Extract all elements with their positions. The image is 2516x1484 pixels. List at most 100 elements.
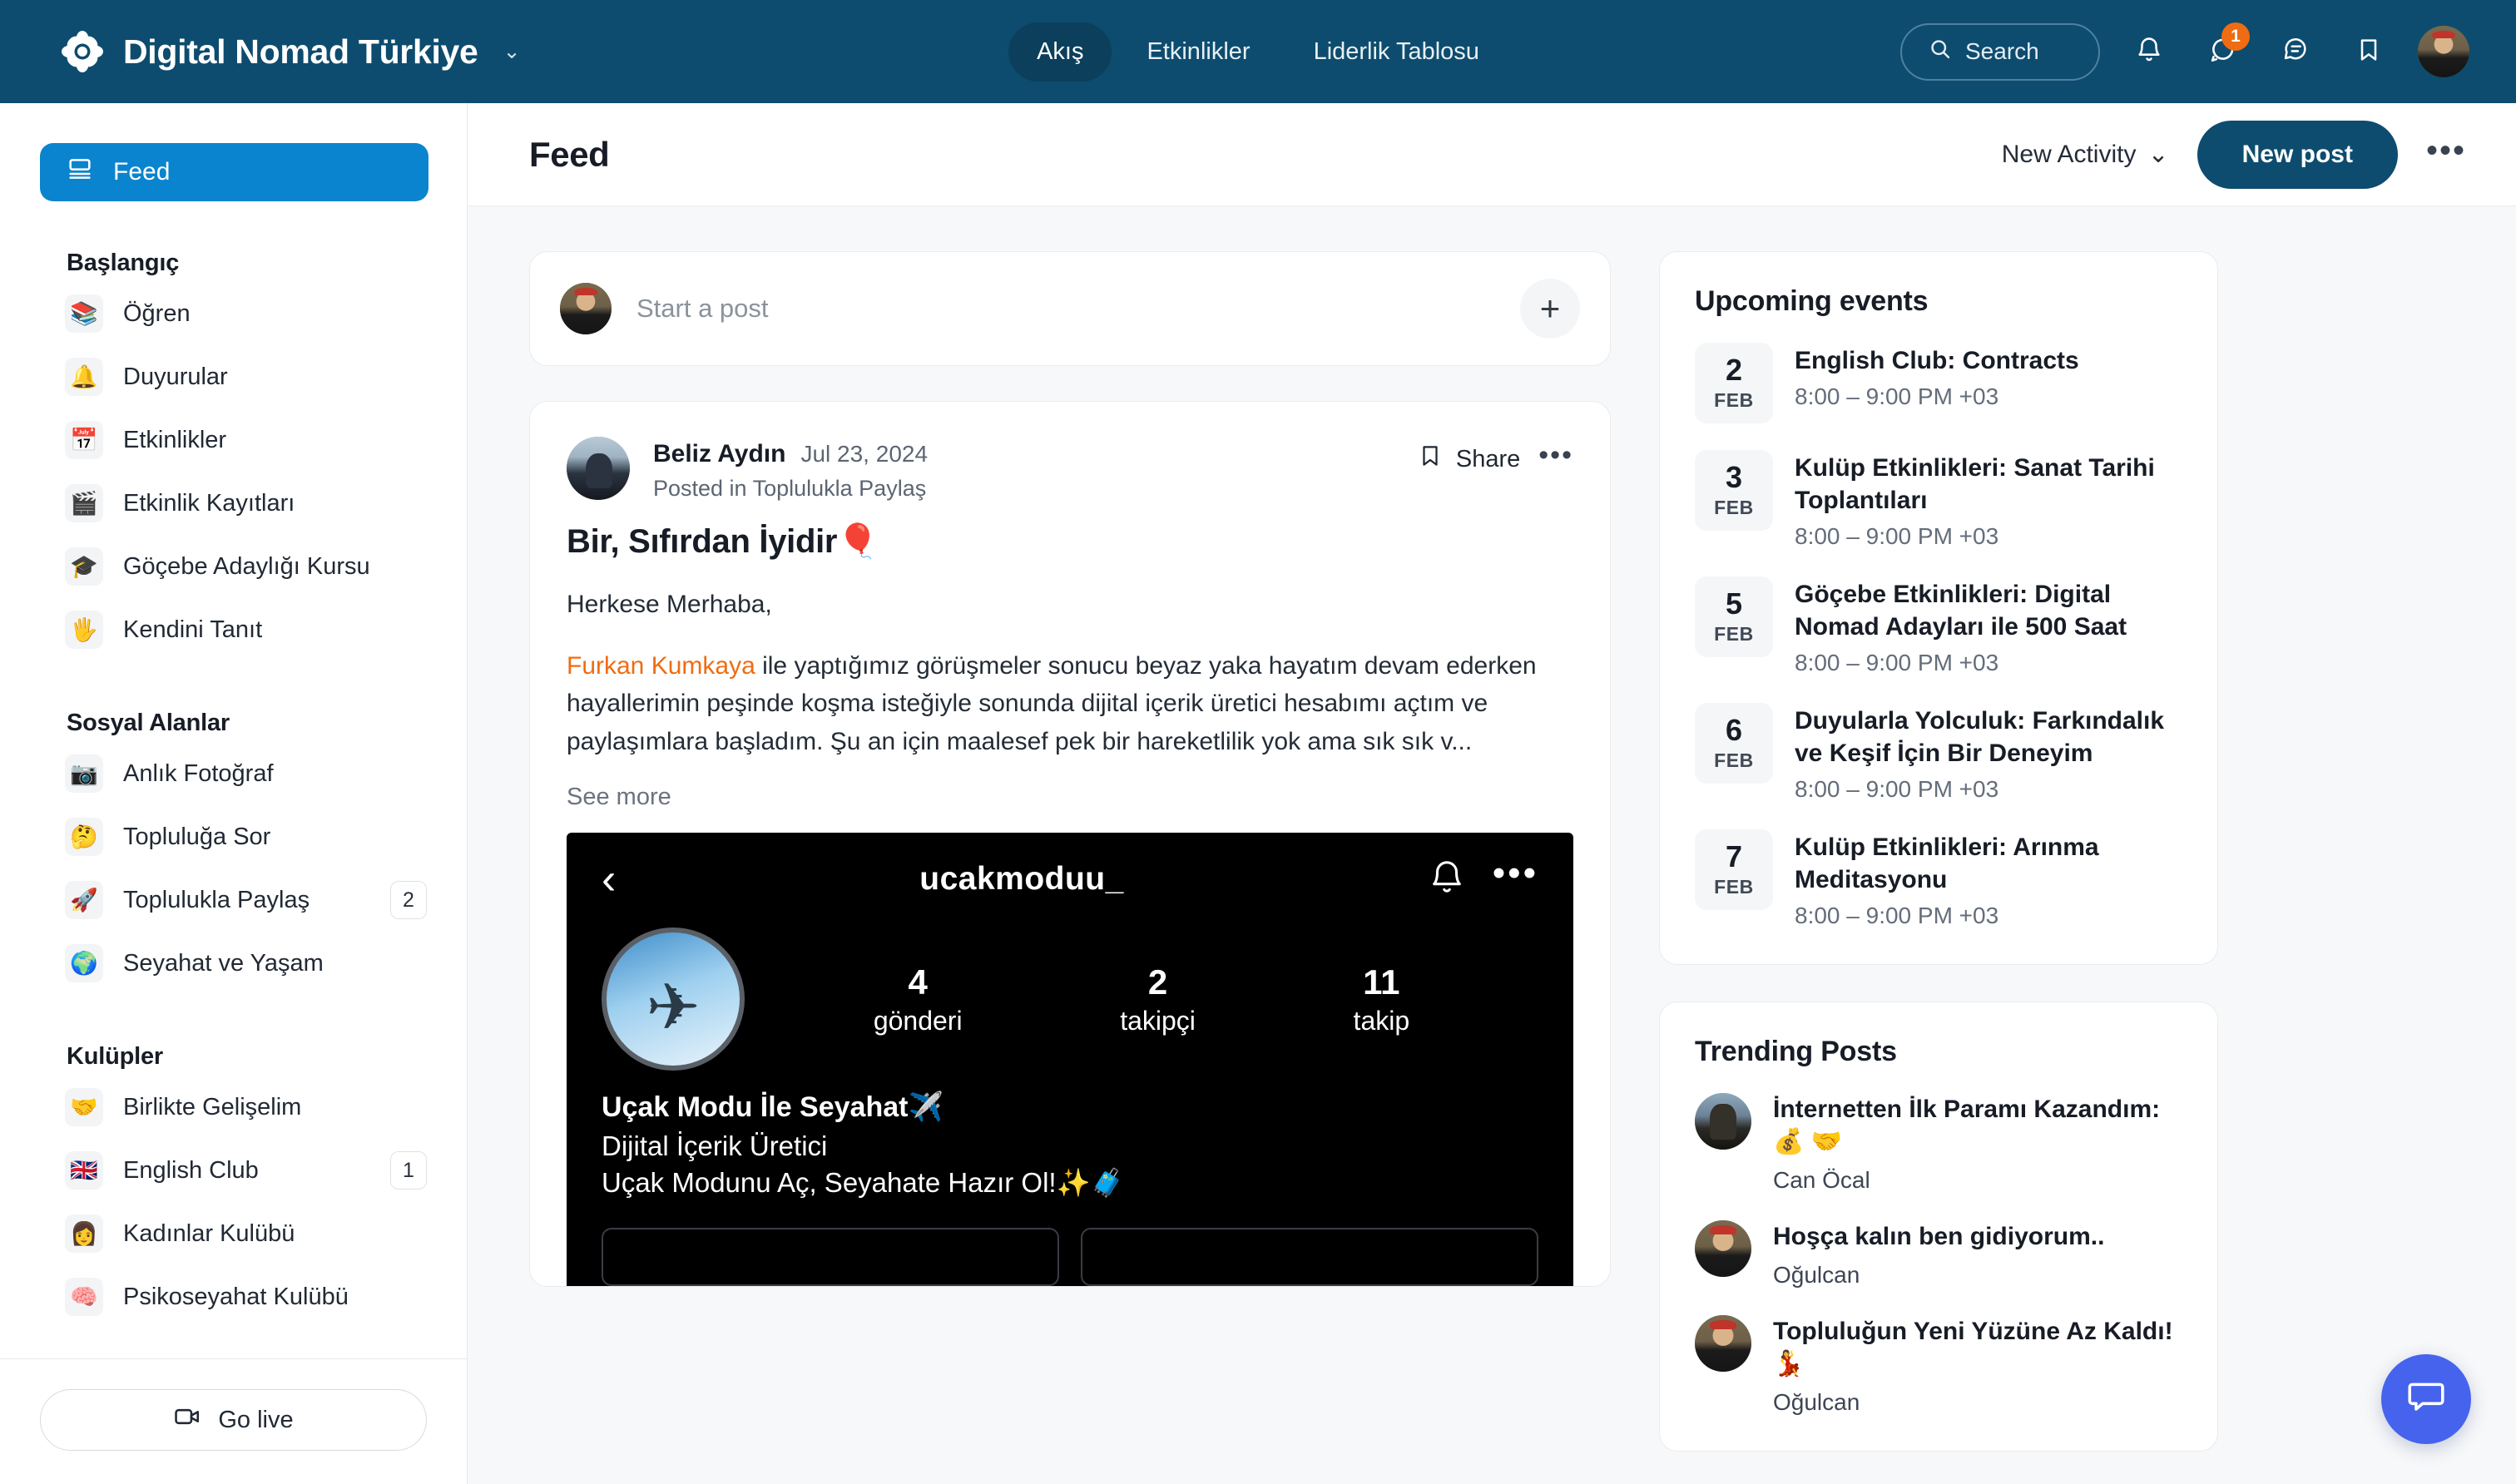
nav-tab-akis[interactable]: Akış: [1008, 22, 1112, 82]
embed-topbar: ‹ ucakmoduu_ •••: [567, 833, 1573, 901]
sidebar-item-english-club[interactable]: 🇬🇧 English Club 1: [0, 1139, 467, 1202]
messages-button[interactable]: 1: [2198, 22, 2250, 76]
sidebar-item-ogren[interactable]: 📚 Öğren: [0, 282, 467, 345]
event-name: Duyularla Yolculuk: Farkındalık ve Keşif…: [1795, 706, 2165, 767]
event-list-item[interactable]: 7 FEB Kulüp Etkinlikleri: Arınma Meditas…: [1695, 829, 2182, 929]
woman-icon: 👩: [65, 1214, 103, 1253]
embed-overflow-icon: •••: [1492, 853, 1538, 894]
notification-badge: 1: [2221, 22, 2250, 51]
sidebar-item-kendini-tanit[interactable]: 🖐 Kendini Tanıt: [0, 598, 467, 661]
nav-tab-liderlik-tablosu[interactable]: Liderlik Tablosu: [1285, 22, 1508, 82]
sidebar-item-label: Seyahat ve Yaşam: [123, 949, 324, 977]
sidebar-section-heading: Başlangıç: [67, 250, 180, 276]
embed-stat-followers: 2 takipçi: [1120, 962, 1196, 1036]
sidebar-item-topluluga-sor[interactable]: 🤔 Topluluğa Sor: [0, 805, 467, 868]
embed-stat-label: gönderi: [873, 1005, 963, 1036]
post-meta: Beliz Aydın Jul 23, 2024 Posted in Toplu…: [653, 437, 928, 502]
sidebar-item-feed[interactable]: Feed: [40, 143, 428, 201]
embed-stat-value: 2: [1147, 962, 1168, 1002]
trending-posts-card: Trending Posts İnternetten İlk Paramı Ka…: [1659, 1001, 2218, 1452]
sidebar-item-psikoseyahat-kulubu[interactable]: 🧠 Psikoseyahat Kulübü: [0, 1265, 467, 1328]
chat-support-button[interactable]: [2381, 1354, 2471, 1444]
primary-nav: Akış Etkinlikler Liderlik Tablosu: [1008, 22, 1508, 82]
search-button[interactable]: Search: [1900, 22, 2100, 81]
event-time: 8:00 – 9:00 PM +03: [1795, 522, 1999, 549]
share-button[interactable]: Share: [1418, 443, 1520, 475]
trending-post-item[interactable]: Hoşça kalın ben gidiyorum.. Oğulcan: [1695, 1219, 2182, 1289]
embed-stat-posts: 4 gönderi: [874, 962, 963, 1036]
sidebar-item-label: Topluluğa Sor: [123, 823, 271, 850]
search-icon: [1929, 37, 1952, 67]
raised-hand-icon: 🖐: [65, 611, 103, 649]
event-list-item[interactable]: 5 FEB Göçebe Etkinlikleri: Digital Nomad…: [1695, 576, 2182, 676]
sidebar-section-heading: Sosyal Alanlar: [67, 710, 230, 736]
embed-follow-button[interactable]: [602, 1228, 1059, 1287]
sidebar-item-gocebe-adayligi-kursu[interactable]: 🎓 Göçebe Adaylığı Kursu: [0, 535, 467, 598]
start-a-post-input[interactable]: Start a post: [636, 294, 1495, 324]
event-time: 8:00 – 9:00 PM +03: [1795, 775, 1999, 802]
sidebar-item-etkinlik-kayitlari[interactable]: 🎬 Etkinlik Kayıtları: [0, 472, 467, 535]
page-actions: New Activity ⌄ New post •••: [2002, 120, 2466, 189]
sidebar-item-duyurular[interactable]: 🔔 Duyurular: [0, 345, 467, 408]
post-posted-in: Posted in Toplulukla Paylaş: [653, 476, 927, 501]
bookmarks-button[interactable]: [2345, 27, 2393, 76]
event-info: Kulüp Etkinlikleri: Sanat Tarihi Toplant…: [1795, 450, 2182, 550]
trending-post-item[interactable]: İnternetten İlk Paramı Kazandım: 💰 🤝 Can…: [1695, 1092, 2182, 1194]
go-live-button[interactable]: Go live: [40, 1389, 427, 1451]
post-body: Bir, Sıfırdan İyidir🎈 Herkese Merhaba, F…: [530, 502, 1610, 811]
event-name: Kulüp Etkinlikleri: Sanat Tarihi Toplant…: [1795, 453, 2155, 514]
post-embedded-image[interactable]: ‹ ucakmoduu_ ••• ✈ 4 gönderi 2 takipçi 1…: [567, 833, 1573, 1287]
new-post-button[interactable]: New post: [2197, 120, 2398, 189]
page-overflow-button[interactable]: •••: [2426, 134, 2466, 169]
post-composer[interactable]: Start a post +: [529, 251, 1611, 366]
brand[interactable]: Digital Nomad Türkiye ⌄: [28, 29, 521, 74]
uk-flag-icon: 🇬🇧: [65, 1151, 103, 1190]
feed-column: Start a post + Beliz Aydın Jul 23, 2024: [529, 251, 1611, 1484]
app-logo-icon: [60, 29, 105, 74]
chevron-down-icon[interactable]: ⌄: [503, 41, 521, 62]
embed-profile-picture: ✈: [602, 928, 745, 1071]
sidebar-item-anlik-fotograf[interactable]: 📷 Anlık Fotoğraf: [0, 742, 467, 805]
sidebar-item-label: Birlikte Gelişelim: [123, 1093, 302, 1120]
sidebar-item-kadinlar-kulubu[interactable]: 👩 Kadınlar Kulübü: [0, 1202, 467, 1265]
post-overflow-button[interactable]: •••: [1538, 441, 1573, 472]
trending-post-author: Can Öcal: [1773, 1166, 1870, 1193]
left-sidebar: Feed Başlangıç 📚 Öğren 🔔 Duyurular 📅 Etk…: [0, 103, 468, 1484]
add-post-button[interactable]: +: [1520, 279, 1580, 339]
trending-post-item[interactable]: Topluluğun Yeni Yüzüne Az Kaldı! 💃 Oğulc…: [1695, 1314, 2182, 1416]
notifications-button[interactable]: [2125, 27, 2173, 76]
event-info: Duyularla Yolculuk: Farkındalık ve Keşif…: [1795, 703, 2182, 803]
sidebar-item-label: Göçebe Adaylığı Kursu: [123, 552, 370, 580]
sidebar-item-toplulukla-paylas[interactable]: 🚀 Toplulukla Paylaş 2: [0, 868, 467, 932]
sidebar-scroll: Feed Başlangıç 📚 Öğren 🔔 Duyurular 📅 Etk…: [0, 103, 467, 1358]
see-more-button[interactable]: See more: [567, 784, 1573, 811]
event-list-item[interactable]: 2 FEB English Club: Contracts 8:00 – 9:0…: [1695, 343, 2182, 423]
event-month: FEB: [1714, 875, 1754, 898]
feed-post: Beliz Aydın Jul 23, 2024 Posted in Toplu…: [529, 401, 1611, 1288]
activity-filter-select[interactable]: New Activity ⌄: [2002, 140, 2169, 169]
post-mention-link[interactable]: Furkan Kumkaya: [567, 652, 755, 680]
sidebar-item-birlikte-geliselim[interactable]: 🤝 Birlikte Gelişelim: [0, 1076, 467, 1139]
main-content: Feed New Activity ⌄ New post ••• Start a…: [468, 103, 2516, 1484]
sidebar-item-seyahat-ve-yasam[interactable]: 🌍 Seyahat ve Yaşam: [0, 932, 467, 995]
nav-tab-etkinlikler[interactable]: Etkinlikler: [1118, 22, 1278, 82]
event-list-item[interactable]: 3 FEB Kulüp Etkinlikleri: Sanat Tarihi T…: [1695, 449, 2182, 550]
sidebar-item-label: Anlık Fotoğraf: [123, 759, 274, 787]
post-title: Bir, Sıfırdan İyidir🎈: [567, 523, 879, 560]
post-author-name[interactable]: Beliz Aydın: [653, 440, 785, 468]
sidebar-item-count: 2: [390, 881, 427, 919]
event-name: English Club: Contracts: [1795, 347, 2079, 374]
embed-message-button[interactable]: [1081, 1228, 1538, 1287]
event-time: 8:00 – 9:00 PM +03: [1795, 649, 1999, 675]
sidebar-item-etkinlikler[interactable]: 📅 Etkinlikler: [0, 408, 467, 472]
sidebar-item-label: English Club: [123, 1156, 259, 1184]
post-actions: Share •••: [1418, 437, 1573, 475]
event-list-item[interactable]: 6 FEB Duyularla Yolculuk: Farkındalık ve…: [1695, 702, 2182, 803]
activity-button[interactable]: [2271, 27, 2320, 76]
composer-avatar: [560, 283, 612, 334]
user-avatar[interactable]: [2418, 26, 2469, 77]
post-author-avatar[interactable]: [567, 437, 630, 500]
trending-post-info: Topluluğun Yeni Yüzüne Az Kaldı! 💃 Oğulc…: [1773, 1315, 2182, 1416]
post-greeting: Herkese Merhaba,: [567, 591, 772, 618]
event-day: 7: [1725, 838, 1743, 873]
